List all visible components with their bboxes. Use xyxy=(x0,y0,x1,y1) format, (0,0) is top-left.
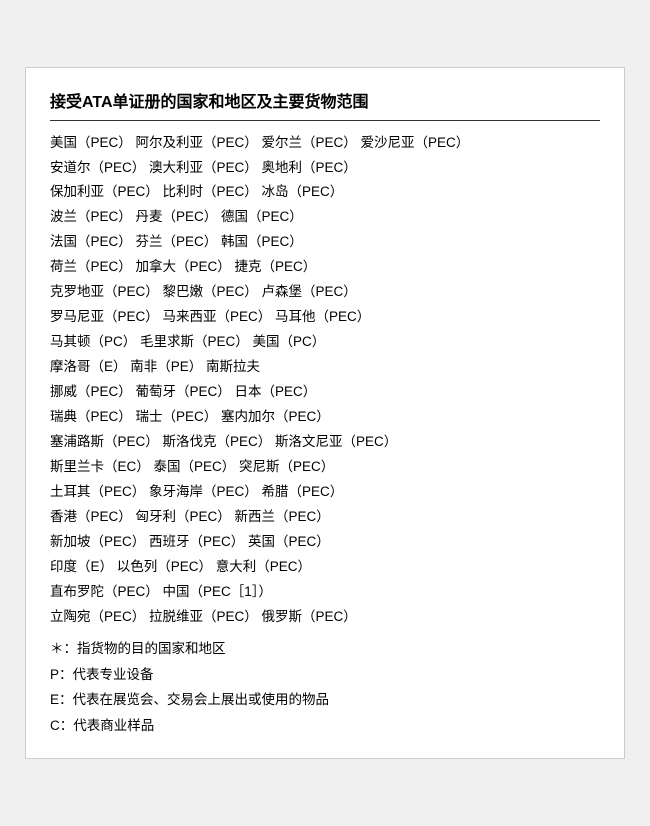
content-line: 罗马尼亚（PEC） 马来西亚（PEC） 马耳他（PEC） xyxy=(50,305,600,330)
content-line: 塞浦路斯（PEC） 斯洛伐克（PEC） 斯洛文尼亚（PEC） xyxy=(50,430,600,455)
content-line: 斯里兰卡（EC） 泰国（PEC） 突尼斯（PEC） xyxy=(50,455,600,480)
legend-line: P：代表专业设备 xyxy=(50,662,600,688)
content-line: 波兰（PEC） 丹麦（PEC） 德国（PEC） xyxy=(50,205,600,230)
content-line: 安道尔（PEC） 澳大利亚（PEC） 奥地利（PEC） xyxy=(50,156,600,181)
content-line: 摩洛哥（E） 南非（PE） 南斯拉夫 xyxy=(50,355,600,380)
content-line: 美国（PEC） 阿尔及利亚（PEC） 爱尔兰（PEC） 爱沙尼亚（PEC） xyxy=(50,131,600,156)
legend-line: ＊：指货物的目的国家和地区 xyxy=(50,636,600,662)
content-line: 法国（PEC） 芬兰（PEC） 韩国（PEC） xyxy=(50,230,600,255)
content-line: 克罗地亚（PEC） 黎巴嫩（PEC） 卢森堡（PEC） xyxy=(50,280,600,305)
content-line: 直布罗陀（PEC） 中国（PEC［1］） xyxy=(50,580,600,605)
content-line: 土耳其（PEC） 象牙海岸（PEC） 希腊（PEC） xyxy=(50,480,600,505)
legend-line: E：代表在展览会、交易会上展出或使用的物品 xyxy=(50,687,600,713)
main-card: 接受ATA单证册的国家和地区及主要货物范围 美国（PEC） 阿尔及利亚（PEC）… xyxy=(25,67,625,760)
content-line: 新加坡（PEC） 西班牙（PEC） 英国（PEC） xyxy=(50,530,600,555)
card-title: 接受ATA单证册的国家和地区及主要货物范围 xyxy=(50,88,600,121)
content-line: 马其顿（PC） 毛里求斯（PEC） 美国（PC） xyxy=(50,330,600,355)
content-line: 香港（PEC） 匈牙利（PEC） 新西兰（PEC） xyxy=(50,505,600,530)
content-line: 荷兰（PEC） 加拿大（PEC） 捷克（PEC） xyxy=(50,255,600,280)
legend-section: ＊：指货物的目的国家和地区P：代表专业设备E：代表在展览会、交易会上展出或使用的… xyxy=(50,636,600,739)
content-line: 立陶宛（PEC） 拉脱维亚（PEC） 俄罗斯（PEC） xyxy=(50,605,600,630)
content-line: 保加利亚（PEC） 比利时（PEC） 冰岛（PEC） xyxy=(50,180,600,205)
content-area: 美国（PEC） 阿尔及利亚（PEC） 爱尔兰（PEC） 爱沙尼亚（PEC）安道尔… xyxy=(50,131,600,630)
content-line: 印度（E） 以色列（PEC） 意大利（PEC） xyxy=(50,555,600,580)
legend-line: C：代表商业样品 xyxy=(50,713,600,739)
content-line: 挪威（PEC） 葡萄牙（PEC） 日本（PEC） xyxy=(50,380,600,405)
content-line: 瑞典（PEC） 瑞士（PEC） 塞内加尔（PEC） xyxy=(50,405,600,430)
